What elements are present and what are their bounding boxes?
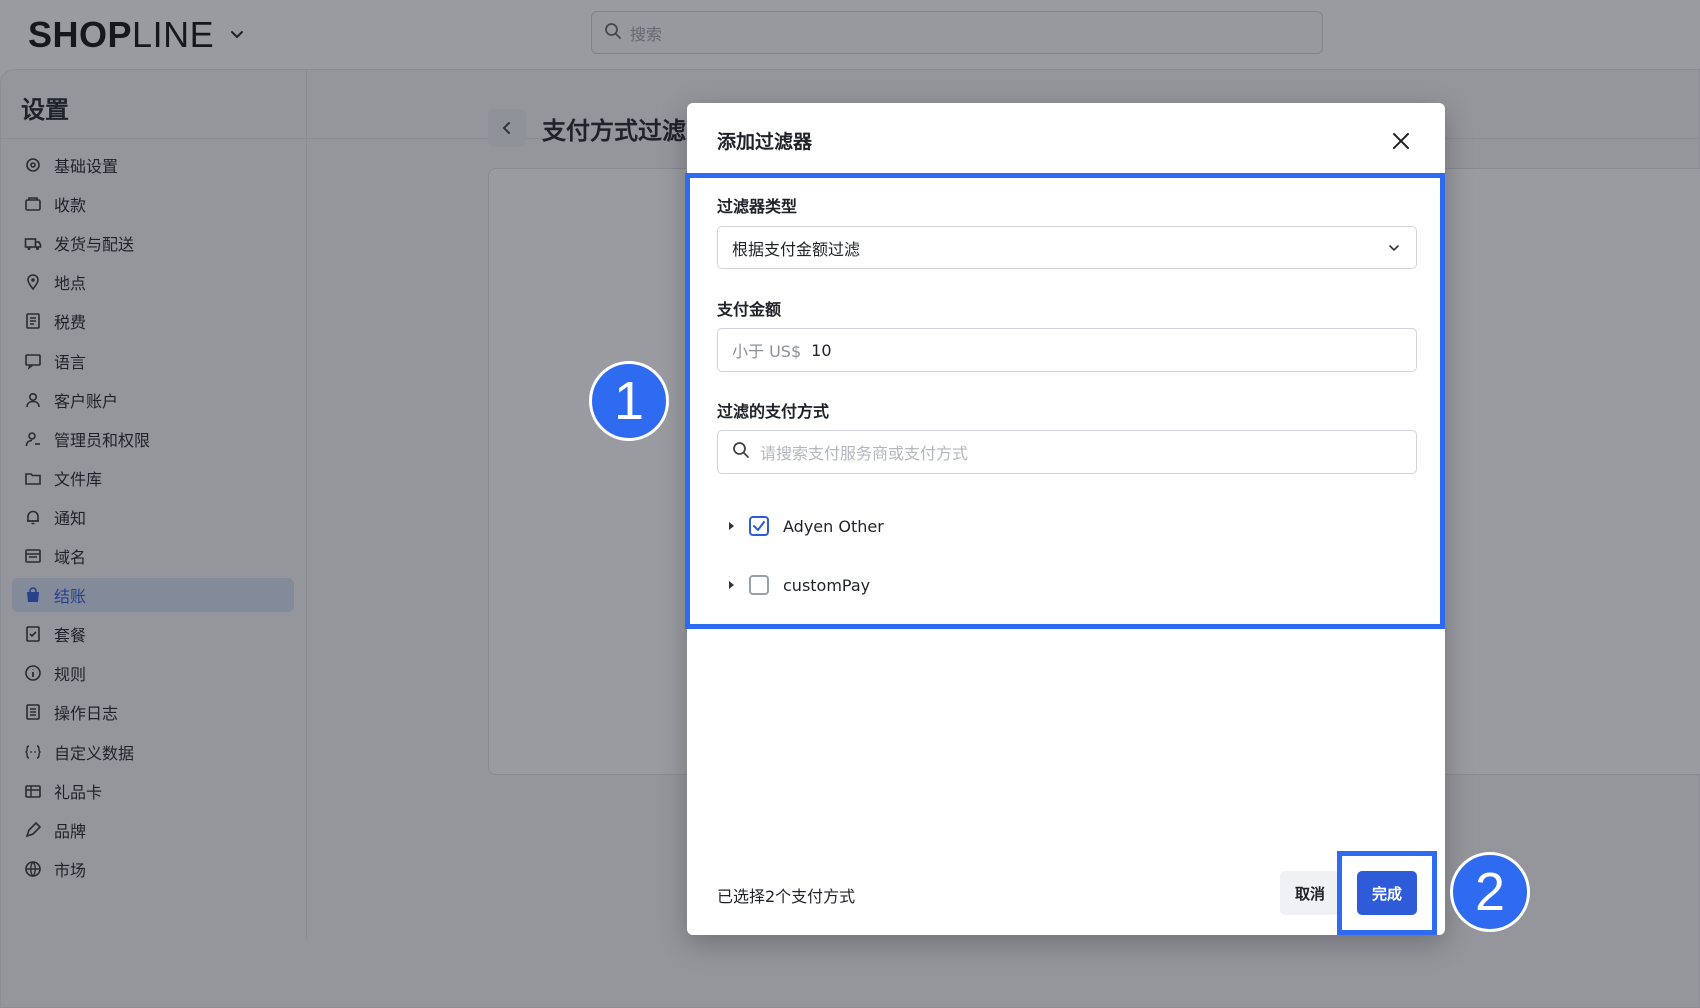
cancel-button[interactable]: 取消 — [1280, 871, 1340, 915]
step-badge-1: 1 — [589, 361, 669, 441]
modal-title: 添加过滤器 — [717, 131, 813, 153]
highlight-box-step1 — [685, 173, 1445, 629]
selected-count-text: 已选择2个支付方式 — [717, 887, 856, 906]
close-icon — [1393, 133, 1409, 149]
step-badge-2: 2 — [1450, 852, 1530, 932]
highlight-box-step2 — [1337, 851, 1437, 935]
close-button[interactable] — [1387, 127, 1415, 155]
